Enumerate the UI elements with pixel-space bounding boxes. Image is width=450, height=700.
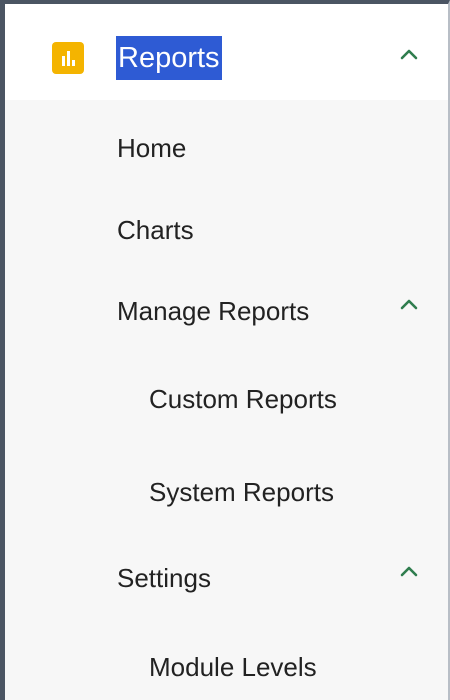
bar-chart-icon [52, 42, 84, 74]
nav-item-settings[interactable]: Settings [117, 558, 211, 598]
nav-item-charts[interactable]: Charts [117, 210, 194, 250]
nav-item-manage-reports[interactable]: Manage Reports [117, 291, 309, 331]
nav-item-custom-reports[interactable]: Custom Reports [149, 379, 337, 419]
nav-item-module-levels[interactable]: Module Levels [149, 647, 317, 687]
nav-item-system-reports[interactable]: System Reports [149, 472, 334, 512]
chevron-up-icon[interactable] [398, 293, 420, 315]
chevron-up-icon[interactable] [398, 43, 420, 65]
chevron-up-icon[interactable] [398, 560, 420, 582]
reports-sidebar-panel: Reports Home Charts Manage Reports Custo… [0, 0, 450, 700]
reports-section-header[interactable]: Reports [5, 4, 448, 100]
nav-item-home[interactable]: Home [117, 128, 186, 168]
reports-section-title[interactable]: Reports [116, 36, 222, 80]
